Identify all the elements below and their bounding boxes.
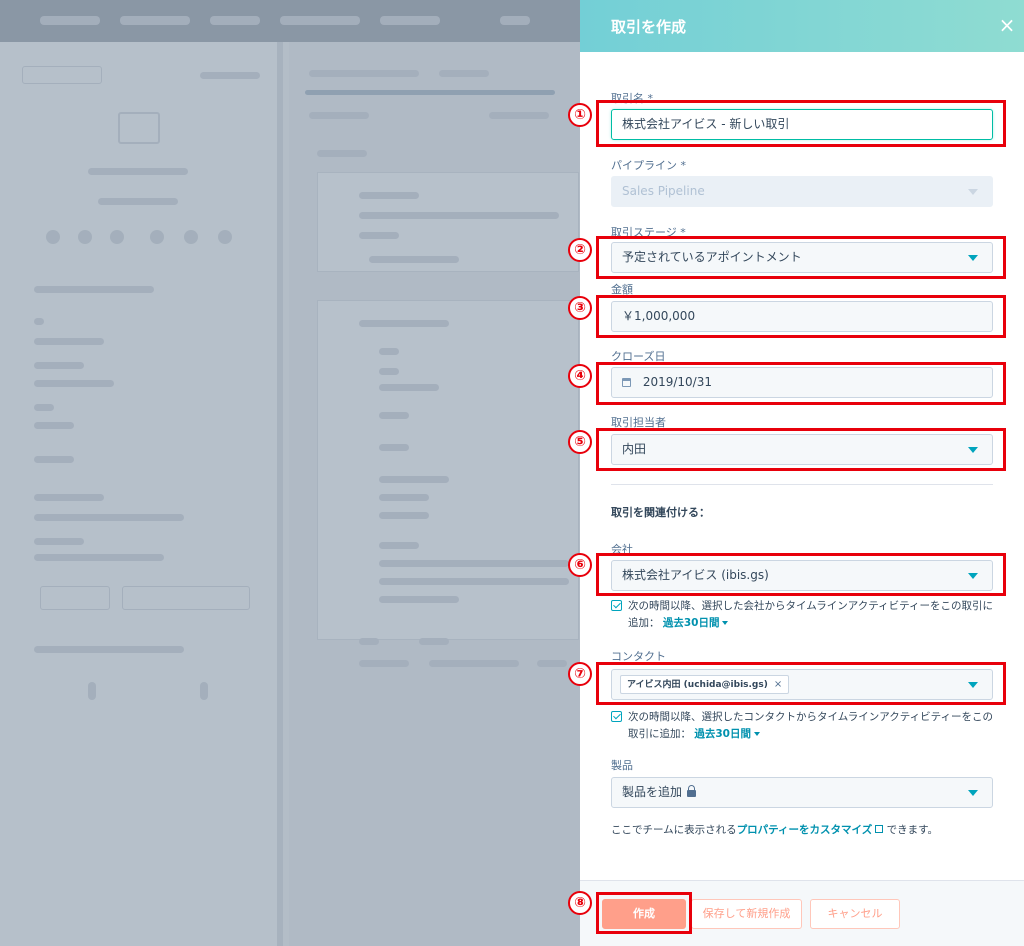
product-label: 製品 <box>611 759 633 772</box>
annotation-number-6: ⑥ <box>568 553 592 577</box>
customize-help-text: ここでチームに表示されるプロパティーをカスタマイズ できます。 <box>611 822 938 837</box>
create-button[interactable]: 作成 <box>602 899 686 929</box>
create-deal-panel: 取引を作成 × 取引名 * 株式会社アイビス - 新しい取引 パイプライン * … <box>580 0 1024 946</box>
calendar-icon <box>622 378 631 387</box>
contact-chip: アイビス内田 (uchida@ibis.gs) × <box>620 675 790 694</box>
background-left-column <box>0 42 283 946</box>
associate-section-title: 取引を関連付ける： <box>611 506 710 519</box>
company-period-label: 過去30日間 <box>662 617 720 629</box>
annotation-number-2: ② <box>568 238 592 262</box>
annotation-number-7: ⑦ <box>568 662 592 686</box>
customize-properties-link[interactable]: プロパティーをカスタマイズ <box>737 824 884 836</box>
company-label: 会社 <box>611 543 633 556</box>
background-app <box>0 0 580 946</box>
company-value: 株式会社アイビス (ibis.gs) <box>622 568 769 582</box>
contact-timeline-text: 次の時間以降、選択したコンタクトからタイムラインアクティビティーをこの取引に追加… <box>628 711 993 740</box>
lock-icon <box>687 785 697 797</box>
save-and-new-button[interactable]: 保存して新規作成 <box>691 899 802 929</box>
chevron-down-icon <box>968 790 978 796</box>
chevron-down-icon <box>722 621 729 625</box>
stage-select[interactable]: 予定されているアポイントメント <box>611 242 993 273</box>
close-date-input[interactable]: 2019/10/31 <box>611 367 993 398</box>
background-topbar <box>0 0 580 42</box>
close-icon[interactable]: × <box>996 14 1018 36</box>
close-date-value: 2019/10/31 <box>642 375 712 389</box>
panel-footer: 作成 保存して新規作成 キャンセル <box>580 880 1024 946</box>
contact-period-dropdown[interactable]: 過去30日間 <box>694 728 760 740</box>
owner-value: 内田 <box>622 442 647 456</box>
stage-label: 取引ステージ * <box>611 226 686 239</box>
contact-select[interactable]: アイビス内田 (uchida@ibis.gs) × <box>611 669 993 700</box>
contact-period-label: 過去30日間 <box>694 728 751 740</box>
contact-timeline-option: 次の時間以降、選択したコンタクトからタイムラインアクティビティーをこの取引に追加… <box>611 709 996 743</box>
annotation-number-5: ⑤ <box>568 430 592 454</box>
customize-properties-label: プロパティーをカスタマイズ <box>736 824 873 836</box>
company-timeline-option: 次の時間以降、選択した会社からタイムラインアクティビティーをこの取引に追加： 過… <box>611 598 996 632</box>
help-suffix: できます。 <box>883 824 939 836</box>
company-period-dropdown[interactable]: 過去30日間 <box>663 617 729 629</box>
chevron-down-icon <box>968 447 978 453</box>
company-timeline-checkbox[interactable] <box>611 600 622 611</box>
close-date-label: クローズ日 <box>611 350 666 363</box>
chevron-down-icon <box>968 573 978 579</box>
cancel-button[interactable]: キャンセル <box>810 899 900 929</box>
annotation-number-8: ⑧ <box>568 891 592 915</box>
panel-title: 取引を作成 <box>611 18 687 36</box>
annotation-number-4: ④ <box>568 364 592 388</box>
chevron-down-icon <box>968 189 978 195</box>
annotation-number-1: ① <box>568 103 592 127</box>
contact-label: コンタクト <box>611 650 666 663</box>
chevron-down-icon <box>968 682 978 688</box>
product-value: 製品を追加 <box>622 785 683 799</box>
chevron-down-icon <box>753 732 760 736</box>
chevron-down-icon <box>968 255 978 261</box>
section-divider <box>611 484 993 485</box>
pipeline-select[interactable]: Sales Pipeline <box>611 176 993 207</box>
product-select[interactable]: 製品を追加 <box>611 777 993 808</box>
stage-value: 予定されているアポイントメント <box>622 250 802 264</box>
deal-name-label: 取引名 * <box>611 92 653 105</box>
owner-label: 取引担当者 <box>611 416 666 429</box>
pipeline-label: パイプライン * <box>611 159 686 172</box>
company-select[interactable]: 株式会社アイビス (ibis.gs) <box>611 560 993 591</box>
panel-header: 取引を作成 × <box>580 0 1024 52</box>
annotation-number-3: ③ <box>568 296 592 320</box>
deal-name-input[interactable]: 株式会社アイビス - 新しい取引 <box>611 109 993 140</box>
amount-input[interactable]: ￥1,000,000 <box>611 301 993 332</box>
help-prefix: ここでチームに表示される <box>611 824 737 836</box>
pipeline-value: Sales Pipeline <box>622 184 705 198</box>
contact-timeline-checkbox[interactable] <box>611 711 622 722</box>
amount-label: 金額 <box>611 283 633 296</box>
background-right-column <box>289 42 580 946</box>
remove-contact-icon[interactable]: × <box>774 679 782 690</box>
contact-chip-label: アイビス内田 (uchida@ibis.gs) <box>627 680 768 690</box>
owner-select[interactable]: 内田 <box>611 434 993 465</box>
